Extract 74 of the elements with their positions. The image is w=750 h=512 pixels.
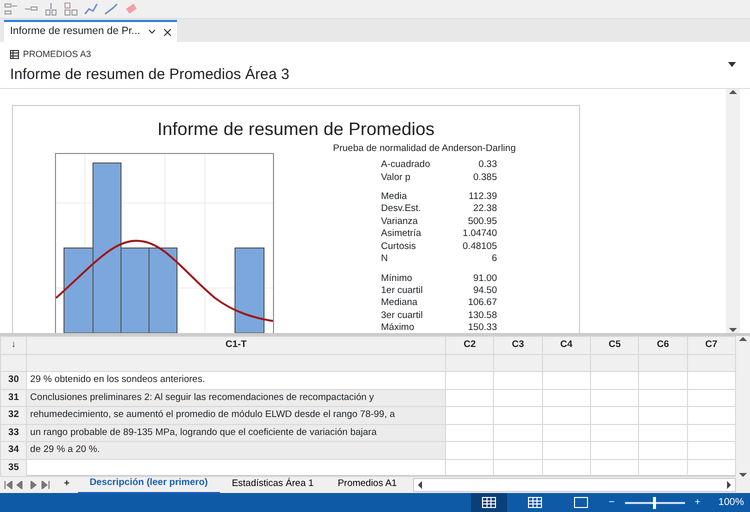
stat-label: 3er cuartil [381, 310, 424, 322]
zoom-level: 100% [718, 496, 744, 510]
horizontal-scrollbar[interactable] [412, 478, 736, 492]
stat-label: Valor p [381, 172, 412, 184]
stat-label: Curtosis [381, 240, 417, 254]
stat-value: 106.67 [466, 297, 497, 310]
stat-label: Desv.Est. [381, 203, 422, 216]
zoom-out-button[interactable]: − [608, 495, 615, 510]
stat-value: 22.38 [472, 203, 497, 216]
report-title: Informe de resumen de Promedios [156, 118, 436, 141]
stat-label: Mínimo [381, 272, 414, 285]
table-cell[interactable]: Conclusiones preliminares 2: Al seguir las recomendaciones de recompactación y [26, 389, 446, 406]
toolbar-icon[interactable] [44, 2, 58, 16]
table-cell[interactable]: un rango probable de 89-135 MPa, logrando que el coeficiente de variación bajara [26, 424, 446, 442]
document-tab[interactable]: Informe de resumen de Pr... [4, 20, 178, 42]
stat-label: Varianza [381, 216, 419, 228]
zoom-in-button[interactable]: + [694, 495, 700, 510]
chart-line-icon[interactable] [104, 2, 118, 16]
row-number[interactable]: 30 [0, 372, 27, 389]
breadcrumb: PROMEDIOS A3 [23, 48, 92, 61]
stat-value: 0.385 [472, 172, 497, 184]
stat-label: 1er cuartil [381, 284, 424, 298]
scroll-down-icon[interactable] [739, 472, 747, 478]
dropdown-icon[interactable] [728, 62, 736, 67]
scroll-left-icon[interactable] [416, 480, 423, 488]
stat-value: 0.48105 [462, 240, 497, 254]
row-number[interactable]: 35 [0, 459, 27, 476]
stat-value: 0.33 [478, 159, 497, 172]
chevron-down-icon[interactable] [148, 29, 156, 35]
column-header[interactable]: C2 [446, 336, 494, 354]
stat-value: 130.58 [466, 310, 497, 322]
stat-label: A-cuadrado [381, 159, 432, 172]
stat-label: Media [381, 191, 408, 204]
stat-label: Mediana [381, 297, 418, 310]
stat-value: 150.33 [466, 322, 497, 333]
add-sheet-button[interactable]: + [64, 477, 70, 492]
test-title: Prueba de normalidad de Anderson-Darling [333, 142, 517, 156]
table-cell[interactable]: 29 % obtenido en los sondeos anteriores. [26, 372, 446, 389]
stat-value: 1.04740 [462, 228, 497, 241]
stat-value: 112.39 [468, 191, 497, 204]
vertical-scrollbar[interactable] [736, 336, 750, 478]
column-header[interactable]: C6 [638, 336, 688, 354]
select-all-button[interactable]: ↓ [0, 336, 27, 354]
scroll-up-icon[interactable] [739, 336, 747, 342]
stat-value: 500.95 [466, 216, 497, 228]
table-icon [10, 50, 19, 60]
scroll-up-icon[interactable] [729, 89, 737, 95]
column-header[interactable]: C7 [687, 336, 736, 354]
row-number[interactable]: 31 [0, 389, 27, 406]
close-icon[interactable] [164, 28, 172, 36]
page-title: Informe de resumen de Promedios Área 3 [10, 64, 290, 84]
vertical-scrollbar[interactable] [726, 89, 740, 333]
sheet-tab[interactable]: Promedios A1 [326, 476, 409, 494]
tab-label[interactable]: Informe de resumen de Pr... [10, 24, 140, 40]
stat-label: Asimetría [381, 228, 422, 241]
stat-value: 91.00 [472, 272, 497, 285]
sheet-tab[interactable]: Estadísticas Área 1 [220, 476, 326, 494]
scroll-down-icon[interactable] [729, 327, 737, 333]
table-cell[interactable]: rehumedecimiento, se aumentó el promedio de módulo ELWD desde el rango 78-99, a [26, 406, 446, 424]
column-header[interactable]: C5 [590, 336, 639, 354]
worksheet-view-icon[interactable] [470, 493, 507, 512]
stat-label: N [381, 253, 389, 266]
stat-value: 94.50 [472, 284, 497, 298]
row-number[interactable]: 33 [0, 424, 27, 442]
column-header[interactable]: C1-T [26, 336, 446, 354]
column-header[interactable]: C3 [494, 336, 542, 354]
stat-label: Máximo [381, 322, 416, 333]
row-number[interactable]: 32 [0, 406, 27, 424]
column-header[interactable]: C4 [542, 336, 590, 354]
table-cell[interactable]: de 29 % a 20 %. [26, 442, 446, 459]
stat-value: 6 [490, 253, 497, 266]
chart-line-icon[interactable] [84, 2, 98, 16]
row-number[interactable]: 34 [0, 442, 27, 459]
scroll-right-icon[interactable] [726, 480, 732, 488]
